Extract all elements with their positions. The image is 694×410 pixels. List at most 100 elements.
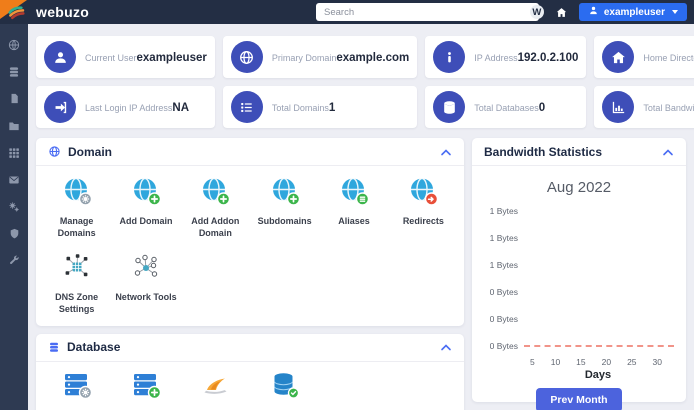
globe-gear-icon: [62, 176, 92, 211]
main-content: Current Userexampleuser Primary Domainex…: [28, 24, 694, 410]
item-label: Network Tools: [115, 292, 177, 303]
stat-value: 0: [538, 102, 546, 114]
wordpress-icon[interactable]: W: [529, 5, 544, 19]
stat-card-total-domains: Total Domains1: [222, 86, 418, 128]
globe-redirect-icon: [408, 176, 439, 211]
app-logo[interactable]: webuzo: [8, 0, 89, 24]
sidebar-item-apps apps-grid-icon[interactable]: [0, 139, 28, 166]
database-item-phpmyadmin[interactable]: phpMyAdmin: [181, 370, 250, 410]
stat-card-total-databases: Total Databases0: [425, 86, 587, 128]
stat-value: 1: [328, 102, 336, 114]
sidebar-item-settings settings-gears-icon[interactable]: [0, 193, 28, 220]
item-label: Redirects: [402, 216, 444, 226]
topbar-actions: W exampleuser: [529, 0, 687, 24]
y-axis-tick: 0 Bytes: [489, 287, 518, 297]
domain-panel: Domain Manage Domains Add Domain Add Add…: [36, 138, 464, 326]
stat-value: NA: [172, 102, 190, 114]
search-input[interactable]: [316, 3, 539, 21]
database-icon: [48, 341, 60, 353]
stat-value: example.com: [336, 52, 410, 64]
y-axis-tick: 1 Bytes: [489, 260, 518, 270]
x-axis-ticks: 5 10 15 20 25 30: [518, 357, 676, 367]
network-tools-icon: [131, 252, 161, 287]
domain-items: Manage Domains Add Domain Add Addon Doma…: [36, 166, 464, 326]
stat-card-primary-domain: Primary Domainexample.com: [222, 36, 418, 78]
db-stack-plus-icon: [131, 370, 162, 405]
user-menu-button[interactable]: exampleuser: [578, 3, 687, 21]
item-label: Subdomains: [257, 216, 312, 226]
sidebar-item-databases database-icon[interactable]: [0, 58, 28, 85]
stat-label: Last Login IP Address: [85, 103, 173, 113]
sidebar-item-file-manager folder-icon[interactable]: [0, 112, 28, 139]
dns-network-icon: [62, 252, 92, 287]
sidebar-item-email mail-icon[interactable]: [0, 166, 28, 193]
stat-label: Home Directory: [643, 53, 694, 63]
domain-item-dns-zone-settings[interactable]: DNS Zone Settings: [42, 252, 111, 315]
globe-plus-icon: [131, 176, 162, 211]
database-items: Manage Databases Add Database phpMyAdmin: [36, 362, 464, 410]
domain-item-add-addon-domain[interactable]: Add Addon Domain: [181, 176, 250, 239]
list-icon: [230, 91, 263, 123]
database-item-add-database[interactable]: Add Database: [111, 370, 180, 410]
db-remote-icon: [270, 370, 300, 405]
domain-item-aliases[interactable]: Aliases: [319, 176, 388, 239]
bandwidth-statistics-panel: Bandwidth Statistics Aug 2022 1 Bytes 1 …: [472, 138, 686, 410]
stat-label: Primary Domain: [271, 53, 337, 63]
logo-text: webuzo: [36, 4, 90, 20]
globe-plus-icon: [270, 176, 300, 211]
database-item-manage-databases[interactable]: Manage Databases: [42, 370, 111, 410]
stat-card-ip-address: IP Address192.0.2.100: [425, 36, 587, 78]
stat-label: IP Address: [474, 53, 518, 63]
prev-month-button[interactable]: Prev Month: [536, 388, 622, 410]
info-icon: [433, 41, 466, 73]
stat-label: Total Databases: [474, 103, 539, 113]
item-label: Add Addon Domain: [191, 216, 240, 238]
database-item-remote-mysql-access[interactable]: Remote Mysql Access: [250, 370, 319, 410]
login-icon: [44, 91, 76, 123]
domain-panel-header: Domain: [36, 138, 464, 166]
x-axis-label: Days: [584, 369, 612, 381]
sidebar-item-security shield-icon[interactable]: [0, 220, 28, 247]
item-label: Add Domain: [119, 216, 173, 226]
stat-value: 192.0.2.100: [517, 52, 579, 64]
sidebar-item-tools wrench-icon[interactable]: [0, 247, 28, 274]
db-stack-gear-icon: [62, 370, 92, 405]
y-axis-tick: 1 Bytes: [489, 233, 518, 243]
topbar: webuzo W exampleuser: [0, 0, 694, 24]
globe-plus-icon: [200, 176, 231, 211]
stat-label: Current User: [85, 53, 137, 63]
home-icon[interactable]: [555, 6, 568, 19]
phpmyadmin-icon: [200, 370, 230, 405]
y-axis-tick: 0 Bytes: [489, 341, 518, 351]
domain-item-manage-domains[interactable]: Manage Domains: [42, 176, 111, 239]
collapse-chevron-up-icon[interactable]: [440, 343, 452, 351]
domain-item-redirects[interactable]: Redirects: [389, 176, 458, 239]
sidebar-item-domains globe-icon[interactable]: [0, 31, 28, 58]
stat-value: exampleuser: [136, 52, 207, 64]
stat-card-home-directory: Home Directory/home/exampleuser: [594, 36, 694, 78]
sidebar-item-files files-icon[interactable]: [0, 85, 28, 112]
bandwidth-panel-header: Bandwidth Statistics: [472, 138, 686, 166]
item-label: Manage Domains: [57, 216, 96, 238]
x-axis-tick: 20: [601, 357, 612, 367]
x-axis-tick: 30: [652, 357, 662, 367]
x-axis-tick: 5: [530, 357, 535, 367]
caret-down-icon: [672, 10, 678, 14]
x-axis-tick: 15: [576, 357, 586, 367]
stat-card-current-user: Current Userexampleuser: [36, 36, 215, 78]
zero-bandwidth-line: [524, 345, 674, 347]
panel-title: Bandwidth Statistics: [484, 144, 603, 159]
domain-item-add-domain[interactable]: Add Domain: [111, 176, 180, 239]
database-panel: Database Manage Databases Add Database: [36, 333, 464, 410]
collapse-chevron-up-icon[interactable]: [662, 148, 674, 156]
domain-item-network-tools[interactable]: Network Tools: [111, 252, 180, 315]
stat-card-total-bandwidth: Total Bandwidthunlimited: [594, 86, 694, 128]
webuzo-dashboard: webuzo W exampleuser: [0, 0, 694, 410]
panel-title: Domain: [68, 144, 113, 159]
collapse-chevron-up-icon[interactable]: [440, 148, 452, 156]
user-icon: [588, 5, 599, 19]
webuzo-logo-icon: [8, 4, 25, 21]
stat-label: Total Domains: [271, 103, 329, 113]
domain-item-subdomains[interactable]: Subdomains: [250, 176, 319, 239]
globe-icon: [230, 41, 263, 73]
